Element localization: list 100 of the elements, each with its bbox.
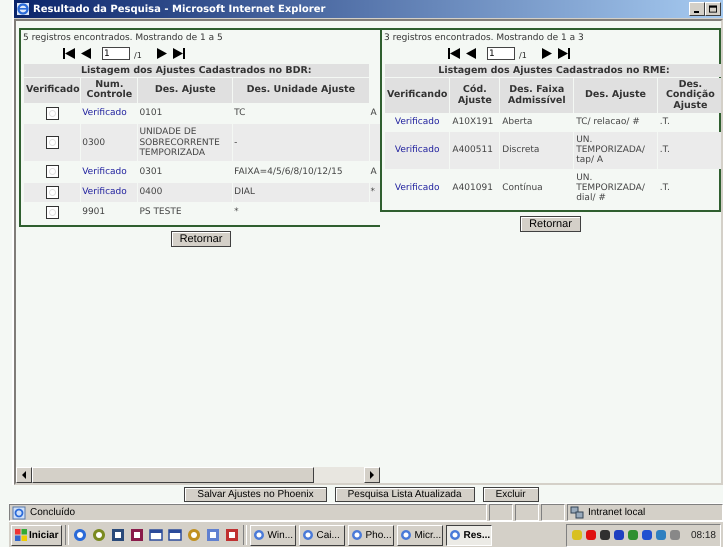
radio-button[interactable]: [46, 136, 59, 150]
launch-icon[interactable]: [130, 528, 144, 542]
table-cell: A401091: [452, 183, 493, 194]
taskbar-button[interactable]: Res...: [446, 524, 492, 546]
first-page-icon[interactable]: [63, 48, 75, 59]
page-total: /1: [134, 50, 142, 60]
maximize-icon: [709, 5, 717, 13]
verified-link[interactable]: Verificado: [394, 183, 440, 194]
scroll-left-button[interactable]: [16, 467, 32, 483]
column-header: Verificado: [24, 78, 80, 103]
taskbar-button[interactable]: Pho...: [348, 524, 394, 546]
column-header: Des. Unidade Ajuste: [233, 78, 369, 103]
table-cell: TC/ relacao/ #: [576, 117, 640, 128]
column-header: Verificando: [385, 78, 450, 114]
browser-icon: [16, 2, 30, 16]
table-cell: PS TESTE: [139, 207, 182, 218]
horizontal-scrollbar[interactable]: [16, 467, 380, 483]
table-cell: TC: [234, 108, 246, 118]
taskbar-button[interactable]: Micr...: [397, 524, 444, 546]
left-arrow-icon: [21, 471, 27, 479]
table-cell: 0400: [139, 187, 162, 198]
radio-button[interactable]: [46, 206, 59, 219]
table-cell: FAIXA=4/5/6/8/10/12/15: [234, 166, 343, 177]
table-cell: *: [370, 187, 376, 198]
minimize-button[interactable]: [689, 2, 705, 16]
table-cell: DIAL: [234, 187, 255, 198]
tray-icon[interactable]: [612, 529, 625, 541]
result-count: 3 registros encontrados. Mostrando de 1 a 3: [384, 32, 585, 44]
table-cell: A: [370, 166, 377, 177]
tray-icon[interactable]: [598, 529, 611, 541]
previous-page-icon[interactable]: [80, 48, 92, 59]
table-cell: 0101: [139, 108, 162, 118]
table-cell: 9901: [82, 207, 106, 218]
verified-link[interactable]: Verificado: [394, 145, 440, 155]
program-icon: [449, 529, 462, 541]
previous-page-icon[interactable]: [465, 48, 477, 59]
status-text: Concluído: [30, 507, 76, 518]
table-cell: .T.: [660, 183, 670, 194]
maximize-button[interactable]: [705, 2, 721, 16]
last-page-icon[interactable]: [558, 48, 570, 59]
radio-button[interactable]: [46, 106, 59, 120]
column-header: Cód. Ajuste: [450, 78, 500, 114]
return-button[interactable]: Retornar: [170, 231, 232, 248]
table-cell: Aberta: [502, 117, 532, 128]
window-title: Resultado da Pesquisa - Microsoft Internet Explorer: [33, 4, 326, 14]
launch-icon[interactable]: [206, 528, 220, 542]
first-page-icon[interactable]: [448, 48, 460, 59]
column-header: Des. Ajuste: [138, 78, 232, 103]
verified-link[interactable]: Verificado: [82, 108, 127, 118]
page-button[interactable]: Pesquisa Lista Atualizada: [334, 486, 475, 502]
launch-icon[interactable]: [73, 528, 88, 542]
table-cell: A400511: [452, 145, 493, 155]
clock: 08:18: [690, 530, 716, 540]
page-button[interactable]: Excluir: [482, 486, 539, 502]
return-button[interactable]: Retornar: [520, 216, 581, 232]
table-cell: UN. TEMPORIZADA/ tap/ A: [576, 134, 645, 166]
table-cell: *: [234, 207, 239, 218]
launch-icon[interactable]: [225, 528, 240, 542]
page-button[interactable]: Salvar Ajustes no Phoenix: [184, 486, 327, 502]
next-page-icon[interactable]: [540, 48, 553, 59]
table-caption: Listagem dos Ajustes Cadastrados no BDR:: [24, 64, 369, 77]
table-cell: UNIDADE DE SOBRECORRENTE TEMPORIZADA: [139, 127, 220, 158]
launch-icon[interactable]: [168, 528, 182, 542]
table-cell: -: [234, 138, 238, 148]
verified-link[interactable]: Verificado: [82, 166, 127, 177]
windows-logo-icon[interactable]: [15, 529, 27, 541]
table-caption: Listagem dos Ajustes Cadastrados no RME:: [385, 64, 721, 77]
radio-button[interactable]: [46, 165, 59, 178]
radio-button[interactable]: [46, 186, 59, 199]
verified-link[interactable]: Verificado: [394, 117, 440, 128]
table-cell: .T.: [660, 117, 670, 128]
launch-icon[interactable]: [92, 528, 106, 542]
program-icon: [302, 529, 314, 541]
launch-icon[interactable]: [149, 528, 164, 542]
network-icon: [570, 506, 584, 520]
program-icon: [351, 529, 364, 541]
page-field[interactable]: 1: [487, 47, 515, 60]
table-cell: 0301: [139, 166, 162, 177]
column-header: Des. Ajuste: [574, 78, 657, 114]
page-field[interactable]: 1: [102, 47, 130, 60]
scrollbar-thumb[interactable]: [32, 467, 314, 483]
scroll-right-button[interactable]: [364, 467, 380, 483]
table-cell: UN. TEMPORIZADA/ dial/ #: [576, 172, 645, 204]
status-panel: [541, 504, 565, 521]
zone-label: Intranet local: [588, 507, 646, 518]
table-cell: Discreta: [502, 145, 540, 155]
column-header: Num. Controle: [81, 78, 138, 103]
start-button[interactable]: Iniciar: [11, 524, 62, 546]
last-page-icon[interactable]: [172, 48, 185, 59]
right-arrow-icon: [369, 471, 375, 479]
program-icon: [400, 529, 412, 541]
table-cell: .T.: [660, 145, 670, 155]
taskbar-button[interactable]: Cai...: [299, 524, 346, 546]
page-total: /1: [519, 50, 527, 60]
tray-icon[interactable]: [640, 529, 653, 541]
taskbar-button[interactable]: Win...: [250, 524, 296, 546]
launch-icon[interactable]: [111, 528, 126, 542]
column-header: Des. Faixa Admissível: [500, 78, 574, 114]
next-page-icon[interactable]: [156, 48, 168, 59]
table-cell: A10X191: [452, 117, 494, 128]
